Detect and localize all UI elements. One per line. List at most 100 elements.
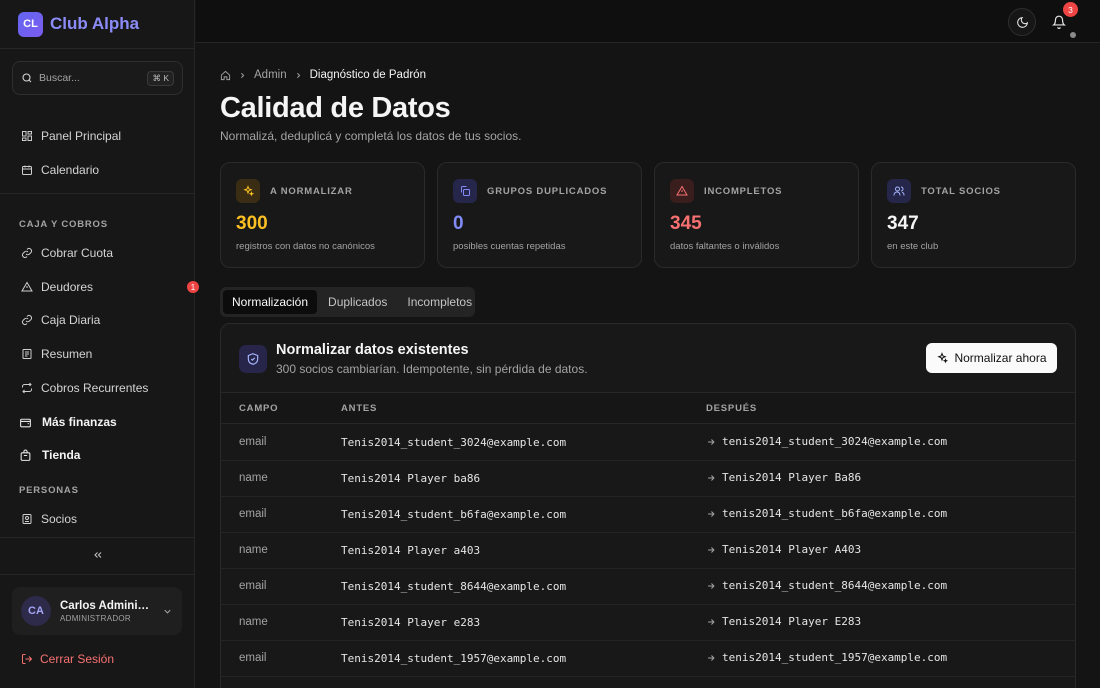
- sidebar-divider: [0, 48, 195, 49]
- bag-icon: [20, 449, 31, 461]
- arrow-right-icon: [708, 438, 715, 445]
- logout-label: Cerrar Sesión: [40, 652, 115, 666]
- tab-normalizacion[interactable]: Normalización: [223, 290, 318, 314]
- arrow-right-icon: [708, 618, 715, 625]
- arrow-right-icon: [708, 654, 715, 661]
- user-menu[interactable]: CA Carlos Administrador ADMINISTRADOR: [12, 587, 182, 635]
- home-icon[interactable]: [220, 70, 231, 81]
- column-header-campo: CAMPO: [239, 403, 279, 414]
- table-header: CAMPO ANTES DESPUÉS: [221, 392, 1075, 424]
- theme-toggle-button[interactable]: [1008, 8, 1036, 36]
- stat-card-incompletos: INCOMPLETOS 345 datos faltantes o inváli…: [654, 162, 859, 268]
- cell-before: Tenis2014 Player ba86: [341, 472, 481, 485]
- breadcrumb: Admin Diagnóstico de Padrón: [220, 68, 426, 82]
- nav-label: Caja Diaria: [41, 313, 101, 327]
- cell-before: Tenis2014_student_8644@example.com: [341, 580, 567, 593]
- breadcrumb-admin[interactable]: Admin: [254, 69, 287, 81]
- nav-item-deudores[interactable]: Deudores: [12, 273, 183, 301]
- cell-field: email: [239, 508, 267, 520]
- cell-before: Tenis2014_student_1957@example.com: [341, 652, 567, 665]
- alert-icon: [670, 179, 694, 203]
- cell-field: email: [239, 436, 267, 448]
- avatar: CA: [21, 596, 51, 626]
- breadcrumb-current: Diagnóstico de Padrón: [309, 69, 426, 81]
- table-row: email Tenis2014_student_b6fa@example.com t…: [221, 497, 1075, 533]
- cell-after: tenis2014_student_b6fa@example.com: [706, 507, 947, 520]
- nav-item-mas-finanzas[interactable]: Más finanzas: [12, 408, 183, 436]
- column-header-despues: DESPUÉS: [706, 403, 758, 414]
- cell-after: tenis2014_student_8644@example.com: [706, 579, 947, 592]
- normalize-now-button[interactable]: Normalizar ahora: [926, 343, 1057, 373]
- stat-label: TOTAL SOCIOS: [921, 186, 1001, 197]
- brand[interactable]: CL Club Alpha: [18, 11, 140, 37]
- section-label-caja: CAJA Y COBROS: [19, 219, 108, 230]
- stat-card-total-socios: TOTAL SOCIOS 347 en este club: [871, 162, 1076, 268]
- user-info: Carlos Administrador ADMINISTRADOR: [60, 600, 152, 623]
- shield-check-icon: [239, 345, 267, 373]
- stat-desc: datos faltantes o inválidos: [670, 241, 780, 252]
- collapse-sidebar-button[interactable]: [0, 543, 195, 567]
- panel-subtitle: 300 socios cambiarían. Idempotente, sin …: [276, 362, 588, 376]
- table-row: email Tenis2014_student_3024@example.com t…: [221, 425, 1075, 461]
- nav-item-cobrar-cuota[interactable]: Cobrar Cuota: [12, 239, 183, 267]
- warning-icon: [21, 281, 33, 292]
- cell-after: tenis2014_student_1957@example.com: [706, 651, 947, 664]
- nav-item-panel-principal[interactable]: Panel Principal: [12, 122, 183, 150]
- search-box[interactable]: Buscar... ⌘ K: [12, 61, 183, 95]
- logout-icon: [22, 654, 33, 664]
- stat-value: 347: [887, 213, 919, 234]
- cell-field: name: [239, 472, 268, 484]
- arrow-right-icon: [708, 546, 715, 553]
- dashboard-icon: [22, 131, 32, 141]
- cell-before: Tenis2014_student_3024@example.com: [341, 436, 567, 449]
- tab-incompletos[interactable]: Incompletos: [398, 290, 481, 314]
- nav-item-caja-diaria[interactable]: Caja Diaria: [12, 306, 183, 334]
- chevron-right-icon: [241, 72, 245, 78]
- nav-item-socios[interactable]: Socios: [12, 505, 183, 533]
- nav-item-calendario[interactable]: Calendario: [12, 156, 183, 184]
- cell-after-value: Tenis2014 Player A403: [722, 543, 862, 556]
- nav-label: Deudores: [41, 280, 94, 294]
- page-subtitle: Normalizá, deduplicá y completá los dato…: [220, 129, 522, 143]
- brand-name: Club Alpha: [50, 14, 140, 33]
- user-name: Carlos Administrador: [60, 599, 152, 612]
- sidebar-divider: [0, 193, 195, 194]
- search-placeholder: Buscar...: [39, 72, 80, 84]
- page-title: Calidad de Datos: [220, 92, 451, 124]
- sidebar-divider: [0, 537, 195, 538]
- nav-item-resumen[interactable]: Resumen: [12, 340, 183, 368]
- chevron-down-icon: [164, 609, 171, 614]
- table-row: email Tenis2014_student_8644@example.com t…: [221, 569, 1075, 605]
- cell-field: email: [239, 652, 267, 664]
- sidebar: CL Club Alpha Buscar... ⌘ K Panel Princi…: [0, 0, 199, 688]
- wallet-icon: [20, 418, 31, 427]
- chevron-right-icon: [296, 72, 300, 78]
- stat-desc: posibles cuentas repetidas: [453, 241, 566, 252]
- cell-after: tenis2014_student_3024@example.com: [706, 435, 947, 448]
- logout-button[interactable]: Cerrar Sesión: [21, 649, 114, 669]
- search-icon: [22, 73, 32, 83]
- nav-label: Tienda: [42, 448, 81, 462]
- stat-label: GRUPOS DUPLICADOS: [487, 186, 608, 197]
- deudores-badge: 1: [187, 281, 199, 293]
- nav-item-cobros-recurrentes[interactable]: Cobros Recurrentes: [12, 374, 183, 402]
- cell-field: name: [239, 544, 268, 556]
- link-icon: [22, 315, 32, 325]
- nav-label: Socios: [41, 512, 78, 526]
- tab-duplicados[interactable]: Duplicados: [319, 290, 396, 314]
- nav-item-tienda[interactable]: Tienda: [12, 441, 183, 469]
- sidebar-divider: [0, 574, 195, 575]
- table-row: name Tenis2014 Player ba86 Tenis2014 Playe…: [221, 461, 1075, 497]
- stat-desc: en este club: [887, 241, 939, 252]
- bell-icon: [1052, 15, 1066, 29]
- table-row: email Tenis2014_student_1957@example.com t…: [221, 641, 1075, 677]
- table-row: name Tenis2014 Player a403 Tenis2014 Playe…: [221, 533, 1075, 569]
- sparkles-icon: [236, 179, 260, 203]
- sparkles-icon: [937, 352, 949, 364]
- id-card-icon: [22, 514, 32, 524]
- cell-field: email: [239, 580, 267, 592]
- stat-value: 300: [236, 213, 268, 234]
- cell-after-value: Tenis2014 Player E283: [722, 615, 862, 628]
- calendar-icon: [22, 165, 32, 175]
- arrow-right-icon: [708, 582, 715, 589]
